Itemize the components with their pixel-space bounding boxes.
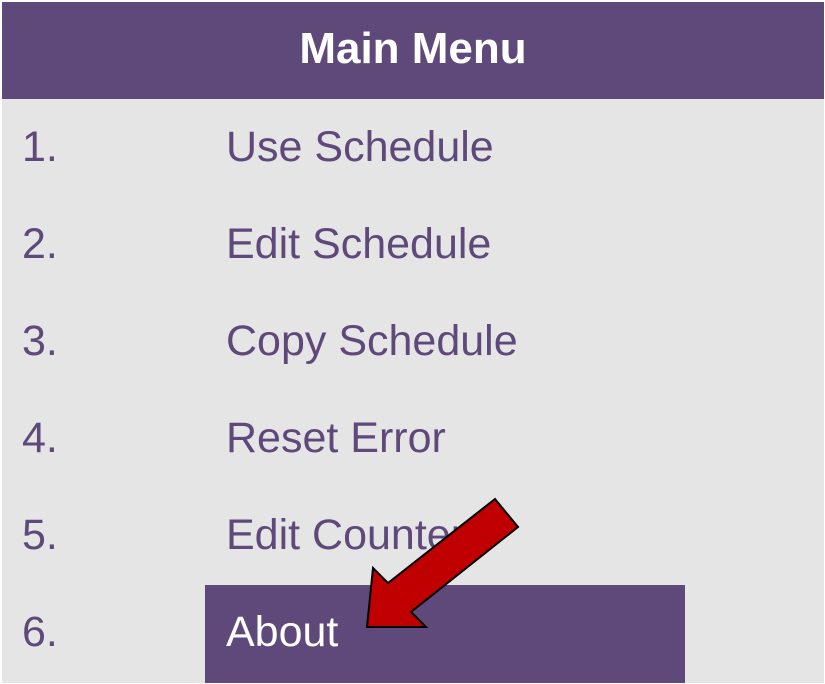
- menu-item-about[interactable]: 6. About: [2, 584, 824, 681]
- menu-item-label: Edit Schedule: [226, 220, 492, 268]
- menu-item-edit-schedule[interactable]: 2. Edit Schedule: [2, 196, 824, 293]
- menu-item-number: 6.: [22, 608, 58, 656]
- menu-item-reset-error[interactable]: 4. Reset Error: [2, 390, 824, 487]
- menu-item-label: Reset Error: [226, 414, 446, 462]
- menu-item-label: Use Schedule: [226, 123, 494, 171]
- menu-item-label: Copy Schedule: [226, 317, 518, 365]
- menu-item-number: 5.: [22, 511, 58, 559]
- menu-item-copy-schedule[interactable]: 3. Copy Schedule: [2, 293, 824, 390]
- main-menu-screen: Main Menu 1. Use Schedule 2. Edit Schedu…: [0, 0, 825, 684]
- menu-item-number: 3.: [22, 317, 58, 365]
- menu-panel: Main Menu 1. Use Schedule 2. Edit Schedu…: [2, 2, 824, 683]
- menu-item-edit-counter[interactable]: 5. Edit Counter: [2, 487, 824, 584]
- menu-header: Main Menu: [2, 2, 824, 99]
- menu-item-number: 2.: [22, 220, 58, 268]
- menu-item-label: Edit Counter: [226, 511, 466, 559]
- menu-item-number: 1.: [22, 123, 58, 171]
- menu-item-label: About: [226, 608, 339, 656]
- menu-item-use-schedule[interactable]: 1. Use Schedule: [2, 99, 824, 196]
- menu-title: Main Menu: [299, 23, 527, 73]
- menu-item-number: 4.: [22, 414, 58, 462]
